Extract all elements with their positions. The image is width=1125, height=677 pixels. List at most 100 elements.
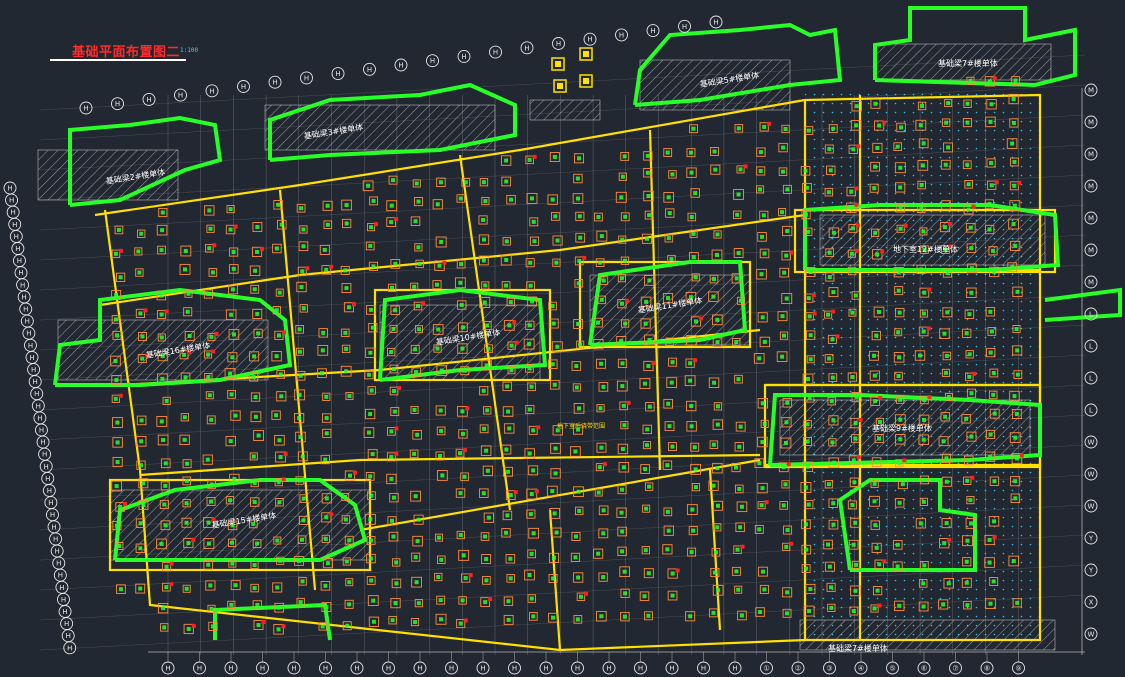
- pile-cap-core: [601, 531, 606, 536]
- pile-cap-core: [164, 564, 169, 569]
- pile-cap-core: [737, 486, 742, 491]
- pile-cap-core: [462, 368, 467, 373]
- column: [281, 624, 286, 629]
- pile-cap-core: [301, 518, 306, 523]
- pile-cap-core: [1015, 372, 1020, 377]
- pile-cap-core: [827, 564, 832, 569]
- pile-cap-core: [459, 303, 464, 308]
- pile-cap-core: [278, 558, 283, 563]
- pile-cap-core: [828, 168, 833, 173]
- pile-cap-core: [943, 370, 948, 375]
- axis-bubble-left-label: H: [48, 499, 53, 507]
- column: [118, 248, 123, 253]
- pile-cap-core: [458, 196, 463, 201]
- pile-cap-core: [599, 361, 604, 366]
- pile-cap-core: [573, 534, 578, 539]
- pile-cap-core: [805, 464, 810, 469]
- pile-cap-core: [623, 591, 628, 596]
- pile-cap-core: [693, 319, 698, 324]
- pile-cap-core: [412, 451, 417, 456]
- pile-cap-core: [969, 290, 974, 295]
- pile-cap-core: [141, 481, 146, 486]
- pile-cap-core: [830, 375, 835, 380]
- pile-cap-core: [577, 508, 582, 513]
- pile-cap-core: [852, 480, 857, 485]
- pile-cap-core: [231, 250, 236, 255]
- axis-bubble-left-label: H: [55, 548, 60, 556]
- pile-cap-core: [323, 457, 328, 462]
- pile-cap-core: [256, 331, 261, 336]
- pile-cap-core: [712, 380, 717, 385]
- pile-cap-core: [276, 480, 281, 485]
- pile-cap-core: [483, 600, 488, 605]
- pile-cap-core: [806, 128, 811, 133]
- pile-cap-core: [804, 212, 809, 217]
- pile-cap-core: [601, 384, 606, 389]
- pile-cap-core: [780, 314, 785, 319]
- pile-cap-core: [186, 541, 191, 546]
- pile-cap-core: [505, 513, 510, 518]
- pile-cap-core: [162, 502, 167, 507]
- pile-cap-core: [164, 398, 169, 403]
- pile-cap-core: [991, 371, 996, 376]
- pile-cap-core: [368, 556, 373, 561]
- pile-cap-core: [392, 389, 397, 394]
- pile-cap-core: [186, 626, 191, 631]
- pile-cap-core: [831, 290, 836, 295]
- column: [394, 426, 399, 431]
- axis-bubble-top-label: H: [146, 96, 151, 104]
- column: [397, 386, 402, 391]
- pile-cap-core: [739, 298, 744, 303]
- axis-bubble-left-label: H: [47, 487, 52, 495]
- column: [878, 396, 883, 401]
- pile-cap-core: [163, 483, 168, 488]
- foundation-plan-drawing[interactable]: H H H H H H H H H H H H H H H H H H H ① ② ③ ④ ⑤ ⑥ ⑦ ⑧ ⑨MMMMMMMLLLLW…: [0, 0, 1125, 677]
- pile-cap-core: [623, 214, 628, 219]
- pile-cap-core: [300, 579, 305, 584]
- pile-cap-core: [665, 547, 670, 552]
- pile-cap-core: [734, 340, 739, 345]
- pile-cap-core: [991, 392, 996, 397]
- column: [927, 394, 932, 399]
- pile-cap-core: [1015, 289, 1020, 294]
- pile-cap-core: [899, 125, 904, 130]
- column: [854, 202, 859, 207]
- pile-cap-core: [368, 412, 373, 417]
- pile-cap-core: [873, 164, 878, 169]
- pile-cap-core: [485, 323, 490, 328]
- pile-cap-core: [366, 430, 371, 435]
- pile-cap-core: [577, 214, 582, 219]
- pile-cap-core: [851, 458, 856, 463]
- pile-cap-core: [850, 226, 855, 231]
- pile-cap-core: [669, 257, 674, 262]
- pile-cap-core: [758, 168, 763, 173]
- pile-cap-core: [689, 550, 694, 555]
- pile-cap-core: [509, 343, 514, 348]
- pile-cap-core: [504, 283, 509, 288]
- axis-bubble-bottom-label: H: [417, 665, 422, 673]
- pile-cap-core: [183, 267, 188, 272]
- pile-cap-core: [324, 515, 329, 520]
- pile-cap-core: [504, 239, 509, 244]
- pile-cap-core: [623, 321, 628, 326]
- pile-cap-core: [596, 342, 601, 347]
- pile-cap-core: [898, 226, 903, 231]
- pile-cap-core: [205, 457, 210, 462]
- pile-cap-core: [918, 521, 923, 526]
- pile-cap-core: [118, 504, 123, 509]
- pile-cap-core: [967, 312, 972, 317]
- pile-cap-core: [139, 231, 144, 236]
- pile-cap-core: [849, 189, 854, 194]
- pile-cap-core: [164, 585, 169, 590]
- pile-cap-core: [965, 101, 970, 106]
- pile-cap-core: [555, 238, 560, 243]
- pile-cap-core: [622, 423, 627, 428]
- basement-slab-pattern: [805, 92, 1040, 637]
- pile-cap-core: [598, 406, 603, 411]
- pile-cap-core: [992, 519, 997, 524]
- pile-cap-core: [946, 581, 951, 586]
- axis-bubble-left-label: H: [28, 342, 33, 350]
- pile-cap-core: [371, 264, 376, 269]
- column: [513, 490, 518, 495]
- pile-cap-core: [691, 231, 696, 236]
